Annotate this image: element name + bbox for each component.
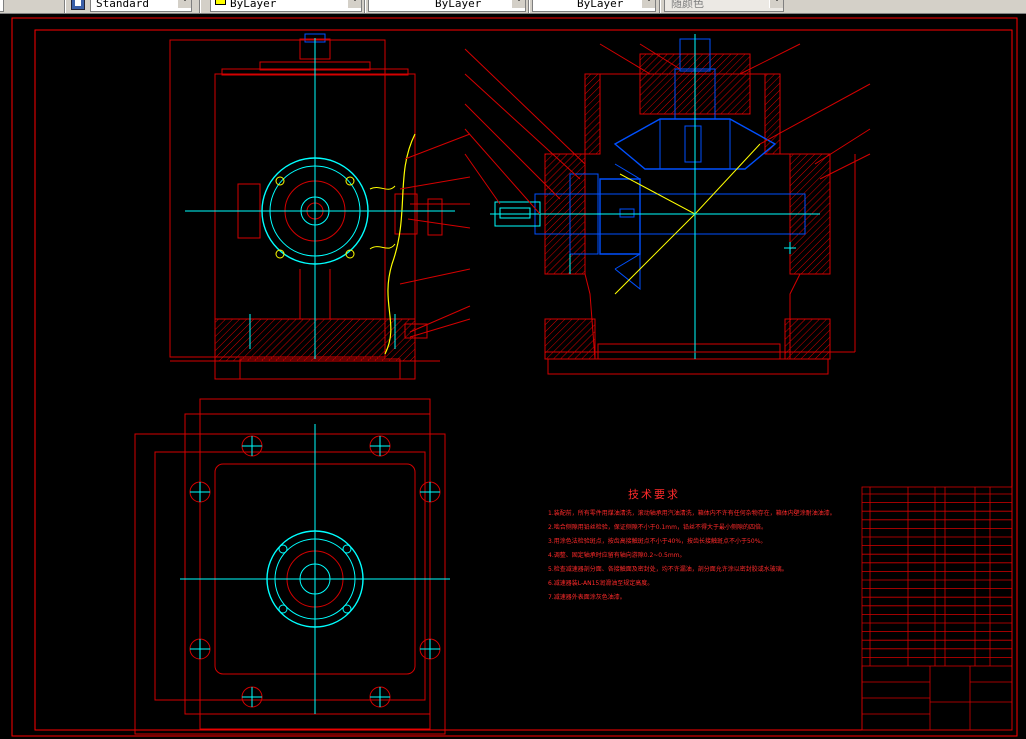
chevron-down-icon[interactable] [641, 0, 655, 8]
text-style-value: Standard [96, 0, 149, 10]
partial-field-left[interactable] [0, 0, 4, 12]
tech-req-title: 技术要求 [628, 488, 680, 501]
plot-style-value: 随颜色 [671, 0, 704, 10]
text-style-dropdown[interactable]: Standard [90, 0, 192, 12]
top-view [134, 398, 450, 735]
toolbar-separator [64, 0, 66, 13]
chevron-down-icon [769, 0, 783, 8]
drawing-frame [11, 17, 1018, 737]
toolbar-separator [199, 0, 201, 13]
tech-req-line: 3.用涂色法检验斑点，按齿高接触斑点不小于40%，按齿长接触斑点不小于50%。 [548, 538, 767, 545]
linetype-dropdown[interactable]: ByLayer [368, 0, 526, 12]
tech-req-line: 1.装配前，所有零件用煤油清洗，滚动轴承用汽油清洗，箱体内不许有任何杂物存在，箱… [548, 510, 836, 517]
toolbar-separator [364, 0, 366, 13]
parts-list [861, 486, 1013, 731]
cad-drawing [11, 17, 1018, 737]
color-swatch-icon [215, 0, 226, 5]
lineweight-dropdown[interactable]: ByLayer [532, 0, 656, 12]
tech-req-line: 6.减速器装L-AN15润滑油至规定高度。 [548, 580, 654, 587]
chevron-down-icon[interactable] [177, 0, 191, 8]
toolbar-separator [659, 0, 661, 13]
section-view [464, 34, 871, 375]
tech-req-line: 7.减速器外表面涂灰色油漆。 [548, 594, 626, 601]
tech-req-line: 4.调整、固定轴承时应留有轴向游隙0.2~0.5mm。 [548, 552, 686, 559]
chevron-down-icon[interactable] [511, 0, 525, 8]
text-style-icon[interactable] [71, 0, 85, 10]
chevron-down-icon[interactable] [347, 0, 361, 8]
linetype-value: ByLayer [435, 0, 482, 10]
drawing-canvas[interactable]: 技术要求 1.装配前，所有零件用煤油清洗，滚动轴承用汽油清洗，箱体内不许有任何杂… [0, 14, 1026, 739]
lineweight-value: ByLayer [577, 0, 624, 10]
toolbar-separator [528, 0, 530, 13]
tech-req-line: 2.啮合侧隙用铅丝检验，保证侧隙不小于0.1mm，铅丝不得大于最小侧隙的四倍。 [548, 524, 767, 531]
front-view [169, 33, 471, 380]
tech-req-line: 5.检查减速器剖分面、各接触面及密封处，均不许漏油，剖分面允许涂以密封胶或水玻璃… [548, 566, 788, 573]
plot-style-dropdown: 随颜色 [664, 0, 784, 12]
color-dropdown[interactable]: ByLayer [210, 0, 362, 12]
color-value: ByLayer [230, 0, 277, 10]
properties-toolbar: Standard ByLayer ByLayer ByLayer 随颜色 [0, 0, 1026, 14]
